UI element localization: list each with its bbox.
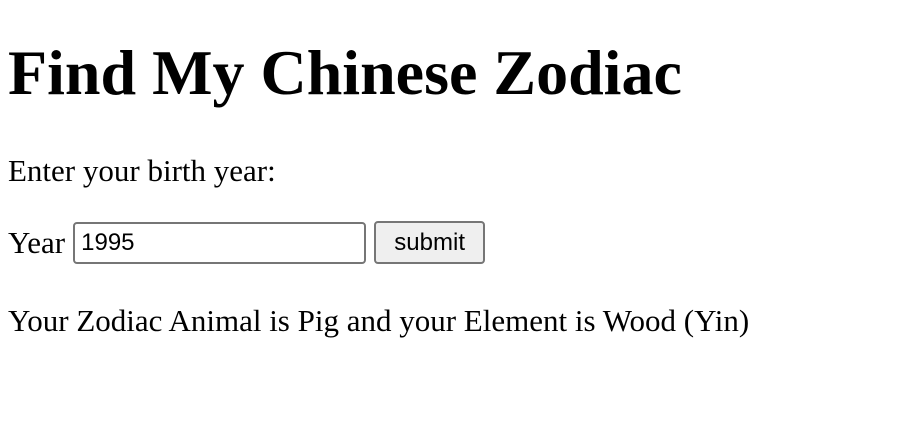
page-title: Find My Chinese Zodiac [8, 37, 682, 108]
year-input[interactable] [73, 221, 367, 264]
year-label: Year [8, 224, 66, 260]
birth-year-prompt: Enter your birth year: [8, 153, 276, 188]
page: Find My Chinese Zodiac Enter your birth … [0, 0, 924, 428]
submit-button[interactable]: submit [374, 221, 486, 264]
zodiac-result: Your Zodiac Animal is Pig and your Eleme… [8, 303, 750, 338]
year-form: Year submit [8, 221, 486, 264]
